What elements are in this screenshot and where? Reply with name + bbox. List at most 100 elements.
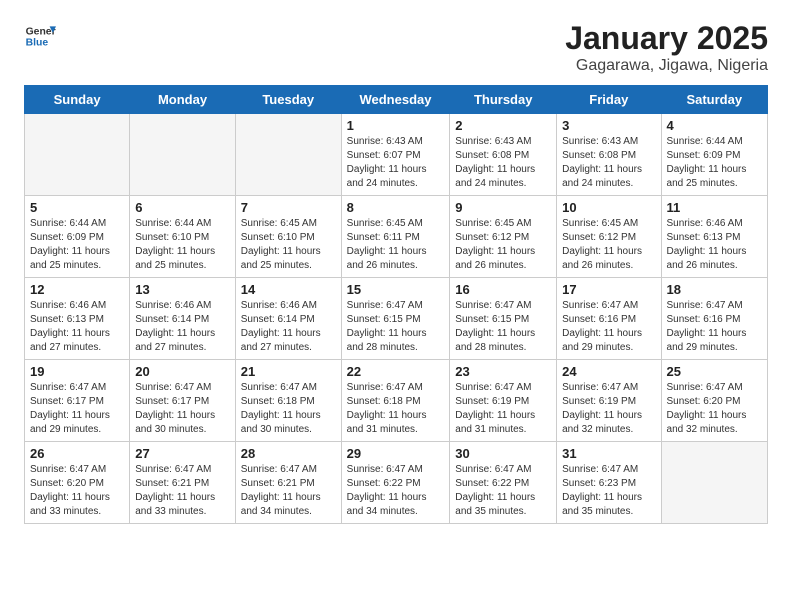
calendar-week-4: 19 Sunrise: 6:47 AM Sunset: 6:17 PM Dayli… [25, 360, 768, 442]
calendar-cell: 8 Sunrise: 6:45 AM Sunset: 6:11 PM Daylig… [341, 196, 450, 278]
day-info: Sunrise: 6:47 AM Sunset: 6:17 PM Dayligh… [30, 381, 124, 437]
calendar-cell [25, 114, 130, 196]
day-number: 15 [347, 282, 445, 297]
day-number: 4 [667, 118, 762, 133]
weekday-tuesday: Tuesday [235, 86, 341, 114]
day-number: 22 [347, 364, 445, 379]
day-number: 11 [667, 200, 762, 215]
logo: General Blue [24, 20, 58, 52]
day-info: Sunrise: 6:47 AM Sunset: 6:21 PM Dayligh… [135, 463, 230, 519]
calendar-cell: 29 Sunrise: 6:47 AM Sunset: 6:22 PM Dayli… [341, 442, 450, 524]
day-info: Sunrise: 6:45 AM Sunset: 6:11 PM Dayligh… [347, 217, 445, 273]
day-info: Sunrise: 6:45 AM Sunset: 6:12 PM Dayligh… [562, 217, 655, 273]
calendar-week-3: 12 Sunrise: 6:46 AM Sunset: 6:13 PM Dayli… [25, 278, 768, 360]
calendar-cell: 16 Sunrise: 6:47 AM Sunset: 6:15 PM Dayli… [450, 278, 557, 360]
day-number: 20 [135, 364, 230, 379]
calendar-cell: 25Sunrise: 6:47 AM Sunset: 6:20 PM Dayli… [661, 360, 767, 442]
day-info: Sunrise: 6:47 AM Sunset: 6:15 PM Dayligh… [347, 299, 445, 355]
calendar-cell: 1 Sunrise: 6:43 AM Sunset: 6:07 PM Daylig… [341, 114, 450, 196]
weekday-monday: Monday [130, 86, 236, 114]
calendar-week-1: 1 Sunrise: 6:43 AM Sunset: 6:07 PM Daylig… [25, 114, 768, 196]
day-number: 21 [241, 364, 336, 379]
calendar-cell [661, 442, 767, 524]
day-number: 7 [241, 200, 336, 215]
calendar-cell: 10 Sunrise: 6:45 AM Sunset: 6:12 PM Dayli… [557, 196, 661, 278]
day-info: Sunrise: 6:47 AM Sunset: 6:17 PM Dayligh… [135, 381, 230, 437]
day-number: 27 [135, 446, 230, 461]
weekday-friday: Friday [557, 86, 661, 114]
day-info: Sunrise: 6:44 AM Sunset: 6:09 PM Dayligh… [30, 217, 124, 273]
calendar-cell: 24 Sunrise: 6:47 AM Sunset: 6:19 PM Dayli… [557, 360, 661, 442]
header: General Blue January 2025 Gagarawa, Jiga… [24, 20, 768, 75]
calendar-cell: 4Sunrise: 6:44 AM Sunset: 6:09 PM Daylig… [661, 114, 767, 196]
day-info: Sunrise: 6:44 AM Sunset: 6:10 PM Dayligh… [135, 217, 230, 273]
day-number: 10 [562, 200, 655, 215]
weekday-header-row: SundayMondayTuesdayWednesdayThursdayFrid… [25, 86, 768, 114]
logo-icon: General Blue [24, 20, 56, 52]
weekday-sunday: Sunday [25, 86, 130, 114]
day-info: Sunrise: 6:47 AM Sunset: 6:15 PM Dayligh… [455, 299, 551, 355]
calendar-cell: 12 Sunrise: 6:46 AM Sunset: 6:13 PM Dayli… [25, 278, 130, 360]
page: General Blue January 2025 Gagarawa, Jiga… [0, 0, 792, 544]
calendar-cell: 15 Sunrise: 6:47 AM Sunset: 6:15 PM Dayli… [341, 278, 450, 360]
calendar-cell: 30 Sunrise: 6:47 AM Sunset: 6:22 PM Dayli… [450, 442, 557, 524]
day-info: Sunrise: 6:47 AM Sunset: 6:19 PM Dayligh… [562, 381, 655, 437]
calendar-cell: 6 Sunrise: 6:44 AM Sunset: 6:10 PM Daylig… [130, 196, 236, 278]
day-number: 30 [455, 446, 551, 461]
calendar-cell: 11Sunrise: 6:46 AM Sunset: 6:13 PM Dayli… [661, 196, 767, 278]
day-number: 23 [455, 364, 551, 379]
day-number: 8 [347, 200, 445, 215]
month-title: January 2025 [565, 20, 768, 57]
calendar-cell: 17 Sunrise: 6:47 AM Sunset: 6:16 PM Dayli… [557, 278, 661, 360]
day-info: Sunrise: 6:46 AM Sunset: 6:13 PM Dayligh… [30, 299, 124, 355]
day-number: 1 [347, 118, 445, 133]
day-number: 2 [455, 118, 551, 133]
day-info: Sunrise: 6:47 AM Sunset: 6:16 PM Dayligh… [562, 299, 655, 355]
weekday-thursday: Thursday [450, 86, 557, 114]
day-number: 29 [347, 446, 445, 461]
day-info: Sunrise: 6:43 AM Sunset: 6:07 PM Dayligh… [347, 135, 445, 191]
calendar-cell [130, 114, 236, 196]
day-info: Sunrise: 6:47 AM Sunset: 6:23 PM Dayligh… [562, 463, 655, 519]
calendar-week-5: 26Sunrise: 6:47 AM Sunset: 6:20 PM Dayli… [25, 442, 768, 524]
weekday-saturday: Saturday [661, 86, 767, 114]
day-number: 19 [30, 364, 124, 379]
location-subtitle: Gagarawa, Jigawa, Nigeria [565, 57, 768, 75]
day-info: Sunrise: 6:47 AM Sunset: 6:19 PM Dayligh… [455, 381, 551, 437]
day-number: 6 [135, 200, 230, 215]
day-number: 13 [135, 282, 230, 297]
day-number: 18 [667, 282, 762, 297]
day-number: 16 [455, 282, 551, 297]
day-info: Sunrise: 6:47 AM Sunset: 6:22 PM Dayligh… [455, 463, 551, 519]
calendar-cell: 23 Sunrise: 6:47 AM Sunset: 6:19 PM Dayli… [450, 360, 557, 442]
calendar-cell: 2 Sunrise: 6:43 AM Sunset: 6:08 PM Daylig… [450, 114, 557, 196]
calendar-cell: 7 Sunrise: 6:45 AM Sunset: 6:10 PM Daylig… [235, 196, 341, 278]
weekday-wednesday: Wednesday [341, 86, 450, 114]
calendar-cell: 19 Sunrise: 6:47 AM Sunset: 6:17 PM Dayli… [25, 360, 130, 442]
day-info: Sunrise: 6:45 AM Sunset: 6:12 PM Dayligh… [455, 217, 551, 273]
day-info: Sunrise: 6:47 AM Sunset: 6:18 PM Dayligh… [347, 381, 445, 437]
day-info: Sunrise: 6:46 AM Sunset: 6:14 PM Dayligh… [241, 299, 336, 355]
svg-text:Blue: Blue [26, 38, 49, 49]
day-info: Sunrise: 6:43 AM Sunset: 6:08 PM Dayligh… [455, 135, 551, 191]
day-info: Sunrise: 6:45 AM Sunset: 6:10 PM Dayligh… [241, 217, 336, 273]
day-number: 3 [562, 118, 655, 133]
calendar-cell: 31Sunrise: 6:47 AM Sunset: 6:23 PM Dayli… [557, 442, 661, 524]
day-number: 24 [562, 364, 655, 379]
day-number: 17 [562, 282, 655, 297]
calendar-cell: 26Sunrise: 6:47 AM Sunset: 6:20 PM Dayli… [25, 442, 130, 524]
title-block: January 2025 Gagarawa, Jigawa, Nigeria [565, 20, 768, 75]
calendar-cell: 27 Sunrise: 6:47 AM Sunset: 6:21 PM Dayli… [130, 442, 236, 524]
calendar-cell: 18Sunrise: 6:47 AM Sunset: 6:16 PM Dayli… [661, 278, 767, 360]
day-info: Sunrise: 6:47 AM Sunset: 6:21 PM Dayligh… [241, 463, 336, 519]
calendar-cell: 20 Sunrise: 6:47 AM Sunset: 6:17 PM Dayli… [130, 360, 236, 442]
calendar-cell: 5Sunrise: 6:44 AM Sunset: 6:09 PM Daylig… [25, 196, 130, 278]
day-number: 12 [30, 282, 124, 297]
day-info: Sunrise: 6:46 AM Sunset: 6:14 PM Dayligh… [135, 299, 230, 355]
calendar-cell: 28Sunrise: 6:47 AM Sunset: 6:21 PM Dayli… [235, 442, 341, 524]
day-number: 26 [30, 446, 124, 461]
calendar-cell: 9Sunrise: 6:45 AM Sunset: 6:12 PM Daylig… [450, 196, 557, 278]
day-info: Sunrise: 6:47 AM Sunset: 6:22 PM Dayligh… [347, 463, 445, 519]
day-info: Sunrise: 6:47 AM Sunset: 6:18 PM Dayligh… [241, 381, 336, 437]
day-number: 14 [241, 282, 336, 297]
